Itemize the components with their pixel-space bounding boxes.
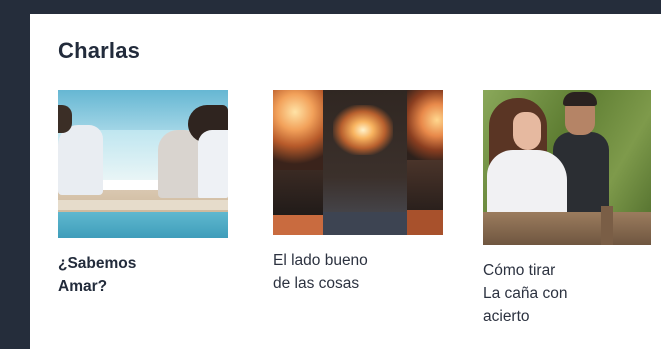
section-title: Charlas <box>58 38 141 63</box>
talk-thumbnail-couple-outdoors[interactable] <box>483 90 651 245</box>
talk-card-sabemos-amar[interactable]: ¿Sabemos Amar? <box>58 90 228 298</box>
talk-thumbnail-beach-couple[interactable] <box>58 90 228 238</box>
talk-card-como-tirar[interactable]: Cómo tirar La caña con acierto <box>483 90 651 328</box>
talk-title[interactable]: El lado bueno de las cosas <box>273 249 443 295</box>
talk-thumbnail-candles[interactable] <box>273 90 443 235</box>
talk-title[interactable]: ¿Sabemos Amar? <box>58 252 228 298</box>
talk-card-lado-bueno[interactable]: El lado bueno de las cosas <box>273 90 443 295</box>
talk-title[interactable]: Cómo tirar La caña con acierto <box>483 259 651 328</box>
talks-panel: Charlas ¿Sabemos Amar? El lado bueno de … <box>30 14 661 349</box>
